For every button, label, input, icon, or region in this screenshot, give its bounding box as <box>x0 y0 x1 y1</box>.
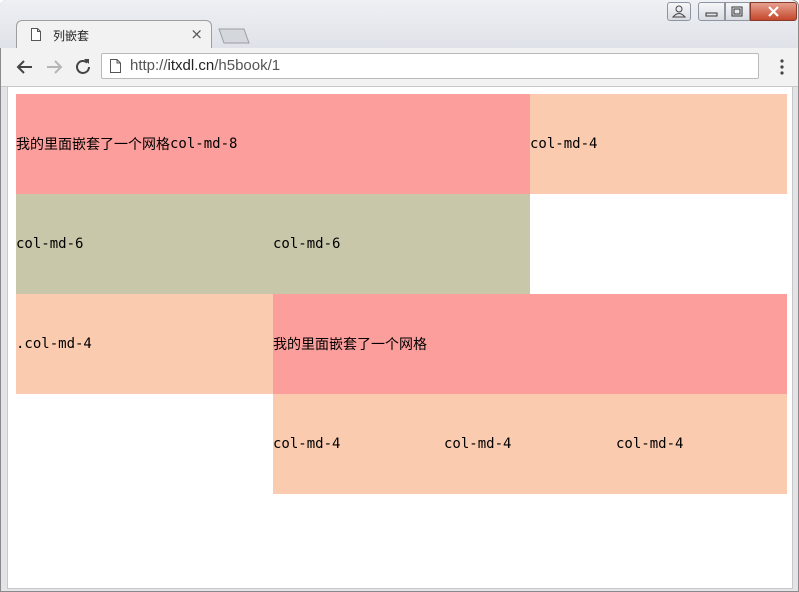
col-label: col-md-8 <box>170 136 238 152</box>
active-tab[interactable]: 列嵌套 × <box>16 20 212 49</box>
url-scheme: http:// <box>130 57 168 74</box>
col-md-6-box-b: col-md-6 <box>273 194 530 294</box>
new-tab-button[interactable] <box>218 28 250 44</box>
close-window-button[interactable] <box>750 2 797 21</box>
user-profile-button[interactable] <box>667 2 691 21</box>
col-md-4-box: col-md-4 <box>530 94 787 194</box>
browser-toolbar: http://itxdl.cn/h5book/1 <box>1 48 798 87</box>
tab-close-button[interactable]: × <box>190 25 203 43</box>
back-arrow-icon[interactable] <box>15 57 35 77</box>
col-label: col-md-4 <box>530 136 598 152</box>
menu-icon[interactable] <box>780 59 784 75</box>
col-label: .col-md-4 <box>16 336 92 352</box>
nested-grid-col-md-8: 我的里面嵌套了一个网格 col-md-8 <box>16 94 530 194</box>
minimize-button[interactable] <box>698 2 725 21</box>
nested-row: col-md-4 col-md-4 col-md-4 <box>273 394 787 494</box>
nested-label: 我的里面嵌套了一个网格 <box>16 137 170 153</box>
reload-icon[interactable] <box>73 57 93 77</box>
maximize-button[interactable] <box>725 2 750 21</box>
close-icon <box>768 6 779 17</box>
minimize-icon <box>705 12 718 17</box>
col-md-6-box-a: col-md-6 <box>16 194 273 294</box>
tab-strip: 列嵌套 × <box>0 0 797 49</box>
col-label: col-md-6 <box>273 236 341 252</box>
page-icon <box>110 59 121 73</box>
user-icon <box>671 5 687 18</box>
col-label: col-md-4 <box>273 436 341 452</box>
forward-arrow-icon[interactable] <box>44 57 64 77</box>
col-label: col-md-4 <box>616 436 684 452</box>
restore-icon <box>731 6 743 17</box>
col-label: col-md-6 <box>16 236 84 252</box>
tab-title: 列嵌套 <box>53 29 90 43</box>
nested-grid-box: 我的里面嵌套了一个网格 <box>273 294 787 394</box>
url-path: /h5book/1 <box>214 57 281 74</box>
col-md-4-left-box: .col-md-4 <box>16 294 273 394</box>
address-bar[interactable]: http://itxdl.cn/h5book/1 <box>101 53 759 79</box>
nested-label: 我的里面嵌套了一个网格 <box>273 337 427 353</box>
col-label: col-md-4 <box>444 436 512 452</box>
url-domain: itxdl.cn <box>167 57 215 74</box>
url-text[interactable]: http://itxdl.cn/h5book/1 <box>130 57 280 74</box>
document-icon <box>31 28 41 41</box>
